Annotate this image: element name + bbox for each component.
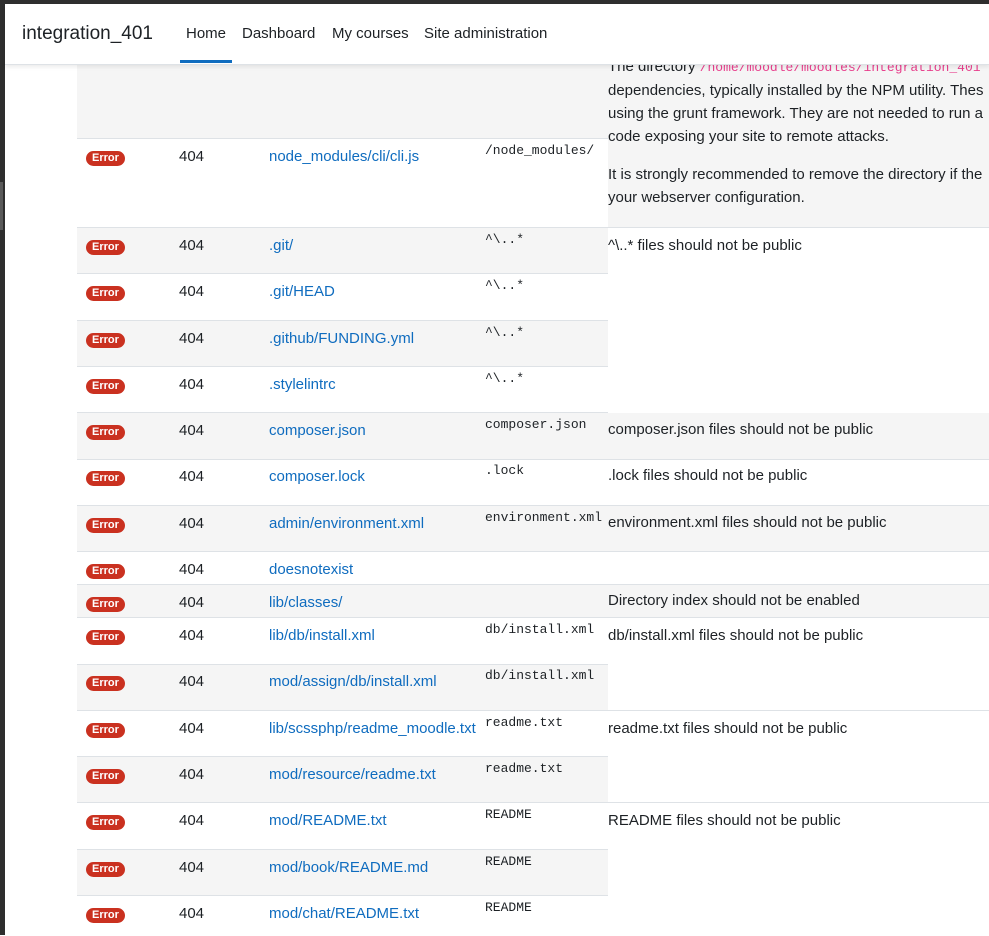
error-badge: Error <box>86 564 125 579</box>
nav-home[interactable]: Home <box>179 25 233 63</box>
error-badge: Error <box>86 425 125 440</box>
pattern-code: composer.json <box>485 417 587 432</box>
description-cell-dirindex: Directory index should not be enabled <box>608 584 989 617</box>
path-link[interactable]: .github/FUNDING.yml <box>269 327 414 350</box>
status-code: 404 <box>179 594 205 611</box>
error-badge: Error <box>86 676 125 691</box>
status-code: 404 <box>179 468 205 485</box>
description-cell-environment: environment.xml files should not be publ… <box>608 505 989 551</box>
error-badge: Error <box>86 630 125 645</box>
error-badge: Error <box>86 815 125 830</box>
pattern-code: .lock <box>485 463 525 478</box>
path-link[interactable]: lib/scssphp/readme_moodle.txt <box>269 717 476 740</box>
description-cell-dotfiles: ^\..* files should not be public <box>608 227 989 413</box>
status-code: 404 <box>179 283 205 300</box>
pattern-code: ^\..* <box>485 371 525 386</box>
status-code: 404 <box>179 627 205 644</box>
window-left-edge <box>0 0 5 935</box>
description-text: code exposing your site to remote attack… <box>608 128 889 145</box>
pattern-code: readme.txt <box>485 761 564 776</box>
status-code: 404 <box>179 422 205 439</box>
window-edge-marker <box>0 182 3 230</box>
path-link[interactable]: mod/chat/README.txt <box>269 902 419 925</box>
description-text: composer.json files should not be public <box>608 421 874 438</box>
description-text: your webserver configuration. <box>608 189 805 206</box>
path-link[interactable]: mod/book/README.md <box>269 856 428 879</box>
error-badge: Error <box>86 862 125 877</box>
description-text: Directory index should not be enabled <box>608 592 860 609</box>
path-link[interactable]: mod/README.txt <box>269 809 387 832</box>
status-code: 404 <box>179 905 205 922</box>
path-link[interactable]: doesnotexist <box>269 558 353 581</box>
error-badge: Error <box>86 518 125 533</box>
pattern-code: README <box>485 854 532 869</box>
path-link[interactable]: node_modules/cli/cli.js <box>269 145 419 168</box>
description-text: db/install.xml files should not be publi… <box>608 627 864 644</box>
error-badge: Error <box>86 240 125 255</box>
status-code: 404 <box>179 330 205 347</box>
pattern-code: db/install.xml <box>485 622 595 637</box>
description-text: readme.txt files should not be public <box>608 720 848 737</box>
status-code: 404 <box>179 673 205 690</box>
pattern-code: /node_modules/ <box>485 143 595 158</box>
description-cell-readme: README files should not be public <box>608 802 989 936</box>
navbar: integration_401 Home Dashboard My course… <box>5 4 989 65</box>
error-badge: Error <box>86 471 125 486</box>
path-link[interactable]: composer.lock <box>269 465 365 488</box>
path-link[interactable]: .git/ <box>269 234 293 257</box>
description-text: .lock files should not be public <box>608 467 808 484</box>
description-cell-lock: .lock files should not be public <box>608 459 989 505</box>
status-code: 404 <box>179 766 205 783</box>
description-cell-composer: composer.json files should not be public <box>608 412 989 459</box>
description-cell-dbinstall: db/install.xml files should not be publi… <box>608 617 989 711</box>
pattern-code: ^\..* <box>485 232 525 247</box>
status-code: 404 <box>179 812 205 829</box>
path-link[interactable]: mod/resource/readme.txt <box>269 763 436 786</box>
site-brand[interactable]: integration_401 <box>22 23 153 45</box>
nav-my-courses[interactable]: My courses <box>332 25 409 42</box>
description-text: It is strongly recommended to remove the… <box>608 166 983 183</box>
error-badge: Error <box>86 151 125 166</box>
path-link[interactable]: .stylelintrc <box>269 373 336 396</box>
error-badge: Error <box>86 908 125 923</box>
path-link[interactable]: composer.json <box>269 419 366 442</box>
pattern-code: README <box>485 807 532 822</box>
error-badge: Error <box>86 286 125 301</box>
description-text: environment.xml files should not be publ… <box>608 514 887 531</box>
status-code: 404 <box>179 376 205 393</box>
error-badge: Error <box>86 723 125 738</box>
pattern-code: ^\..* <box>485 325 525 340</box>
nav-site-administration[interactable]: Site administration <box>424 25 547 42</box>
pattern-code: readme.txt <box>485 715 564 730</box>
pattern-code: environment.xml <box>485 510 603 525</box>
path-link[interactable]: admin/environment.xml <box>269 512 424 535</box>
error-badge: Error <box>86 769 125 784</box>
description-text: ^\..* files should not be public <box>608 237 802 254</box>
error-badge: Error <box>86 597 125 612</box>
pattern-code: ^\..* <box>485 278 525 293</box>
path-link[interactable]: mod/assign/db/install.xml <box>269 670 437 693</box>
error-badge: Error <box>86 379 125 394</box>
status-code: 404 <box>179 720 205 737</box>
status-code: 404 <box>179 148 205 165</box>
table-row <box>77 551 989 585</box>
status-code: 404 <box>179 237 205 254</box>
description-cell-node-modules: The directory /home/moodle/moodles/integ… <box>608 48 989 227</box>
error-badge: Error <box>86 333 125 348</box>
nav-dashboard[interactable]: Dashboard <box>242 25 315 42</box>
pattern-code: README <box>485 900 532 915</box>
path-link[interactable]: lib/classes/ <box>269 591 342 614</box>
description-text: dependencies, typically installed by the… <box>608 82 984 99</box>
description-cell-readme-txt: readme.txt files should not be public <box>608 710 989 803</box>
status-code: 404 <box>179 561 205 578</box>
description-text: README files should not be public <box>608 812 841 829</box>
path-link[interactable]: .git/HEAD <box>269 280 335 303</box>
path-link[interactable]: lib/db/install.xml <box>269 624 375 647</box>
pattern-code: db/install.xml <box>485 668 595 683</box>
status-code: 404 <box>179 859 205 876</box>
status-code: 404 <box>179 515 205 532</box>
description-text: using the grunt framework. They are not … <box>608 105 983 122</box>
